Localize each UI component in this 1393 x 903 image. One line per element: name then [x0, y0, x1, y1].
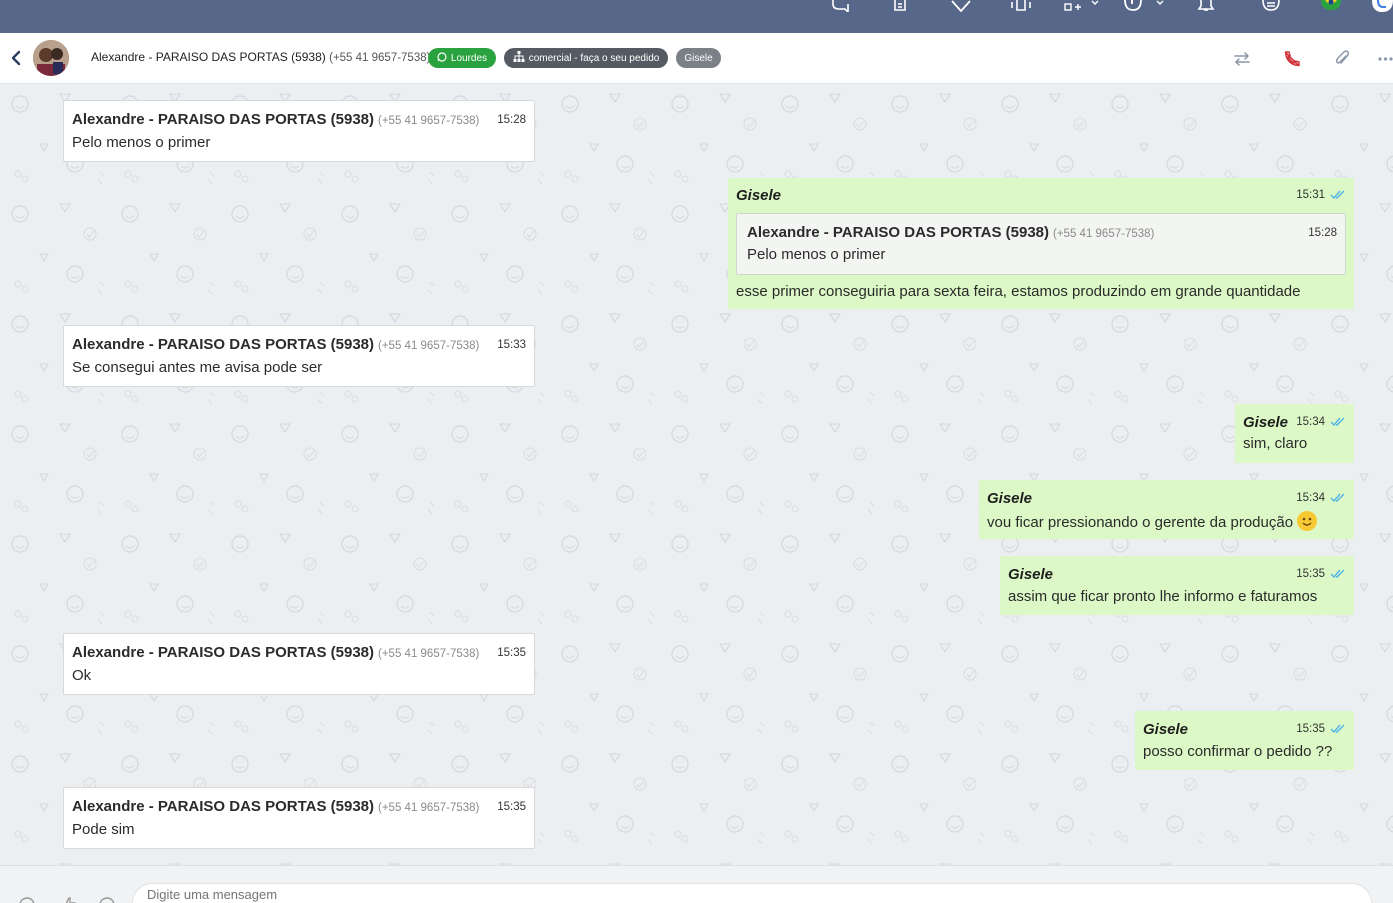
bell-icon[interactable]	[1196, 0, 1216, 12]
tag-gisele[interactable]: Gisele	[676, 48, 721, 68]
contact-avatar[interactable]	[33, 40, 69, 76]
message-time: 15:28	[497, 114, 526, 126]
thumbs-up-icon[interactable]	[60, 896, 78, 903]
sender-phone: (+55 41 9657-7538)	[378, 340, 480, 352]
incoming-message[interactable]: Alexandre - PARAISO DAS PORTAS (5938) (+5…	[63, 633, 535, 695]
message-time: 15:31	[1296, 189, 1325, 201]
tag-comercial-label: comercial - faça o seu pedido	[528, 52, 660, 64]
message-sender: Alexandre - PARAISO DAS PORTAS (5938) (+5…	[72, 644, 480, 661]
read-check-icon	[1330, 417, 1346, 427]
contact-name[interactable]: Alexandre - PARAISO DAS PORTAS (5938) (+…	[91, 50, 430, 64]
message-meta: 15:31	[1296, 189, 1346, 201]
add-widget-icon[interactable]	[1062, 0, 1102, 12]
message-sender: Gisele	[987, 490, 1033, 507]
chat-bubbles-icon[interactable]	[830, 0, 852, 12]
message-text: posso confirmar o pedido ??	[1143, 743, 1333, 760]
message-text-row: vou ficar pressionando o gerente da prod…	[987, 511, 1318, 531]
read-check-icon	[1330, 569, 1346, 579]
sender-phone: (+55 41 9657-7538)	[378, 115, 480, 127]
tag-comercial[interactable]: comercial - faça o seu pedido	[504, 48, 668, 68]
message-text: Pode sim	[72, 821, 135, 838]
message-time: 15:35	[497, 801, 526, 813]
message-sender: Gisele	[1243, 414, 1289, 431]
message-time: 15:34	[1296, 416, 1325, 428]
contact-phone: (+55 41 9657-7538)	[329, 52, 431, 64]
message-input[interactable]	[147, 875, 1371, 903]
outgoing-message[interactable]: Gisele 15:31 Alexandre - PARAISO DAS POR…	[728, 178, 1354, 309]
quoted-text: Pelo menos o primer	[747, 246, 886, 263]
attachment-icon[interactable]	[1332, 49, 1352, 69]
read-check-icon	[1330, 493, 1346, 503]
clipboard-icon[interactable]	[892, 0, 908, 12]
message-text: Se consegui antes me avisa pode ser	[72, 359, 323, 376]
emoji-icon[interactable]	[18, 896, 36, 903]
message-sender: Alexandre - PARAISO DAS PORTAS (5938) (+5…	[72, 336, 480, 353]
brazil-flag-icon[interactable]	[1320, 0, 1342, 12]
tag-lourdes-label: Lourdes	[450, 52, 488, 64]
message-composer	[0, 865, 1393, 903]
chat-area[interactable]: Alexandre - PARAISO DAS PORTAS (5938) (+5…	[0, 84, 1393, 865]
message-meta: 15:34	[1296, 492, 1346, 504]
tag-gisele-label: Gisele	[684, 52, 713, 64]
message-time: 15:34	[1296, 492, 1325, 504]
top-app-bar	[0, 0, 1393, 33]
more-icon[interactable]	[1378, 49, 1393, 69]
chat-header: Alexandre - PARAISO DAS PORTAS (5938) (+…	[0, 33, 1393, 84]
quoted-sender: Alexandre - PARAISO DAS PORTAS (5938) (+5…	[747, 224, 1155, 241]
message-input-wrapper	[132, 875, 1372, 903]
back-arrow-icon[interactable]	[8, 49, 24, 67]
phone-vibrate-icon[interactable]	[1008, 0, 1034, 12]
message-text: assim que ficar pronto lhe informo e fat…	[1008, 588, 1318, 605]
message-text: sim, claro	[1243, 435, 1308, 452]
message-time: 15:33	[497, 339, 526, 351]
quoted-time: 15:28	[1308, 227, 1337, 239]
incoming-message[interactable]: Alexandre - PARAISO DAS PORTAS (5938) (+5…	[63, 787, 535, 849]
outgoing-message[interactable]: Gisele 15:34 sim, claro	[1235, 404, 1354, 463]
message-sender: Gisele	[1008, 566, 1054, 583]
heart-icon[interactable]	[950, 0, 972, 12]
sitemap-icon	[513, 51, 525, 65]
transfer-icon[interactable]	[1232, 49, 1252, 69]
tag-lourdes[interactable]: Lourdes	[428, 48, 496, 68]
message-sender: Gisele	[1143, 721, 1189, 738]
message-text: Ok	[72, 667, 92, 684]
outgoing-message[interactable]: Gisele 15:34 vou ficar pressionando o ge…	[979, 480, 1354, 539]
sender-phone: (+55 41 9657-7538)	[378, 648, 480, 660]
outgoing-message[interactable]: Gisele 15:35 posso confirmar o pedido ??	[1135, 711, 1354, 770]
message-text: vou ficar pressionando o gerente da prod…	[987, 514, 1294, 531]
read-check-icon	[1330, 190, 1346, 200]
read-check-icon	[1330, 724, 1346, 734]
message-meta: 15:34	[1296, 416, 1346, 428]
message-meta: 15:35	[1296, 568, 1346, 580]
incoming-message[interactable]: Alexandre - PARAISO DAS PORTAS (5938) (+5…	[63, 325, 535, 387]
message-meta: 15:35	[1296, 723, 1346, 735]
message-time: 15:35	[1296, 568, 1325, 580]
incoming-message[interactable]: Alexandre - PARAISO DAS PORTAS (5938) (+5…	[63, 100, 535, 162]
end-call-icon[interactable]	[1282, 49, 1302, 69]
sender-phone: (+55 41 9657-7538)	[378, 802, 480, 814]
outgoing-message[interactable]: Gisele 15:35 assim que ficar pronto lhe …	[1000, 556, 1354, 615]
message-time: 15:35	[497, 647, 526, 659]
quoted-message[interactable]: Alexandre - PARAISO DAS PORTAS (5938) (+5…	[736, 213, 1346, 275]
clock-icon[interactable]	[98, 896, 116, 903]
message-time: 15:35	[1296, 723, 1325, 735]
message-sender: Alexandre - PARAISO DAS PORTAS (5938) (+5…	[72, 111, 480, 128]
user-avatar-icon[interactable]	[1372, 0, 1393, 12]
message-sender: Gisele	[736, 187, 782, 204]
quoted-sender-phone: (+55 41 9657-7538)	[1053, 228, 1155, 240]
whatsapp-icon	[437, 51, 447, 65]
message-sender: Alexandre - PARAISO DAS PORTAS (5938) (+5…	[72, 798, 480, 815]
help-icon[interactable]	[1122, 0, 1168, 12]
menu-lines-icon[interactable]	[1260, 0, 1282, 12]
message-text: esse primer conseguiria para sexta feira…	[736, 283, 1301, 300]
contact-name-text: Alexandre - PARAISO DAS PORTAS (5938)	[91, 50, 326, 64]
smiling-face-emoji-icon	[1297, 511, 1318, 531]
message-text: Pelo menos o primer	[72, 134, 211, 151]
